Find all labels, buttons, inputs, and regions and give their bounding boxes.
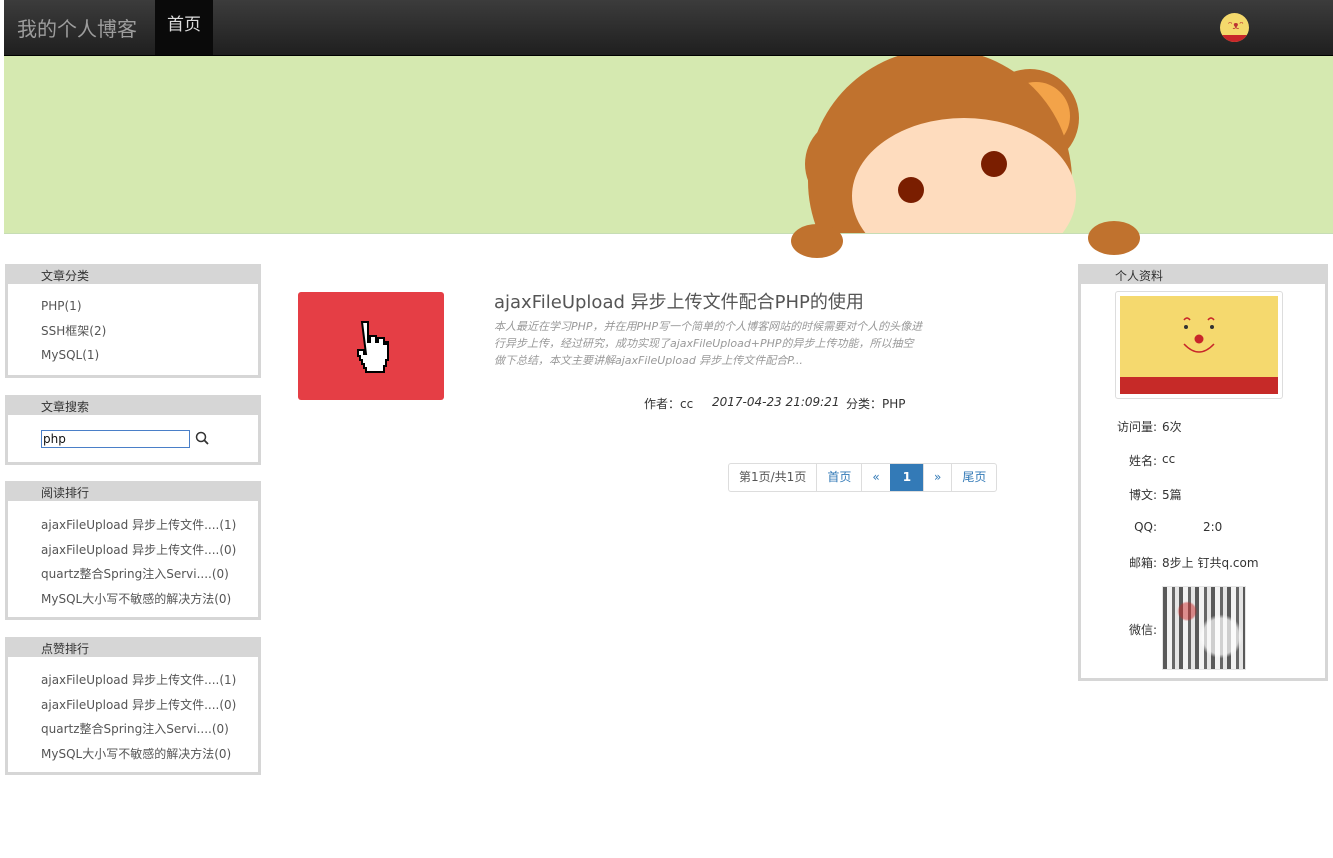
wechat-label: 微信: [1128,623,1157,637]
page-info: 第1页/共1页 [739,470,807,484]
page-prev-button[interactable]: « [861,464,889,491]
article-title[interactable]: ajaxFileUpload 异步上传文件配合PHP的使用 [494,288,864,314]
category-panel-title: 文章分类 [8,267,258,284]
category-item-ssh[interactable]: SSH框架(2) [41,319,258,344]
site-brand[interactable]: 我的个人博客 [17,13,137,42]
article-thumbnail[interactable] [298,292,444,400]
page-first-button[interactable]: 首页 [816,464,861,491]
category-item-mysql[interactable]: MySQL(1) [41,343,258,368]
search-icon[interactable] [194,430,212,448]
bear-face-icon: ᵔᴥᵔ [1228,19,1244,32]
read-rank-title: 阅读排行 [8,484,258,501]
like-rank-item[interactable]: ajaxFileUpload 异步上传文件....(1) [41,668,258,693]
name-label: 姓名: [1128,454,1157,468]
email-label: 邮箱: [1128,556,1157,570]
profile-title: 个人资料 [1081,267,1325,284]
search-panel-title: 文章搜索 [8,398,258,415]
monkey-illustration [805,56,1079,233]
article-author: 作者：cc [644,397,694,411]
user-avatar[interactable]: ᵔᴥᵔ [1220,13,1249,42]
search-input[interactable] [41,430,190,448]
like-rank-item[interactable]: ajaxFileUpload 异步上传文件....(0) [41,693,258,718]
posts-value: 5篇 [1162,488,1182,502]
bear-face-icon [1183,317,1215,353]
email-value: 8步上 钉共q.com [1162,556,1259,570]
page-current-button[interactable]: 1 [889,464,924,491]
page-last-button[interactable]: 尾页 [951,464,996,491]
category-item-php[interactable]: PHP(1) [41,294,258,319]
read-rank-item[interactable]: MySQL大小写不敏感的解决方法(0) [41,587,258,612]
pagination: 第1页/共1页 首页 « 1 » 尾页 [728,463,998,492]
qq-label: QQ: [1134,520,1157,534]
hand-cursor-icon [357,321,389,373]
category-panel: 文章分类 PHP(1) SSH框架(2) MySQL(1) [5,264,261,378]
read-rank-item[interactable]: ajaxFileUpload 异步上传文件....(0) [41,538,258,563]
like-rank-item[interactable]: MySQL大小写不敏感的解决方法(0) [41,742,258,767]
read-rank-item[interactable]: quartz整合Spring注入Servi....(0) [41,562,258,587]
article-summary: 本人最近在学习PHP，并在用PHP写一个简单的个人博客网站的时候需要对个人的头像… [494,320,923,367]
like-rank-item[interactable]: quartz整合Spring注入Servi....(0) [41,717,258,742]
like-rank-title: 点赞排行 [8,640,258,657]
posts-label: 博文: [1128,488,1157,502]
banner [4,56,1333,234]
read-rank-panel: 阅读排行 ajaxFileUpload 异步上传文件....(1) ajaxFi… [5,481,261,620]
visits-value: 6次 [1162,420,1182,434]
search-panel: 文章搜索 [5,395,261,465]
navbar: 我的个人博客 首页 ᵔᴥᵔ [4,0,1333,56]
article-date: 2017-04-23 21:09:21 [712,395,840,409]
visits-label: 访问量: [1116,420,1157,434]
nav-home-link[interactable]: 首页 [155,0,213,55]
wechat-qr-overlay [1162,586,1246,670]
monkey-paw-left [791,224,843,258]
read-rank-item[interactable]: ajaxFileUpload 异步上传文件....(1) [41,513,258,538]
like-rank-panel: 点赞排行 ajaxFileUpload 异步上传文件....(1) ajaxFi… [5,637,261,775]
qq-value: 2:0 [1203,520,1223,534]
monkey-paw-right [1088,221,1140,255]
page-next-button[interactable]: » [923,464,951,491]
article-category[interactable]: 分类：PHP [846,395,906,412]
profile-panel: 个人资料 访问量: 6次 姓名: cc 博文: 5篇 QQ: 2:0 邮箱: 8… [1078,264,1328,681]
profile-photo [1115,291,1283,399]
name-value: cc [1162,452,1176,466]
